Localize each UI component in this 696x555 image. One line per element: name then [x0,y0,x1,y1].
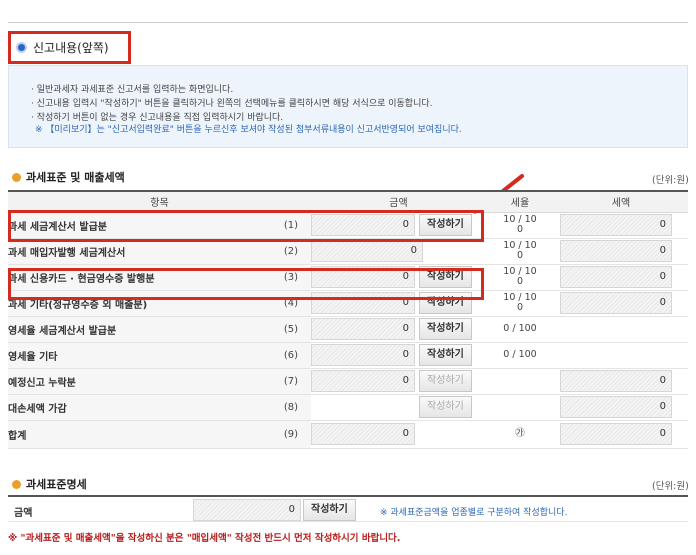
tax-field[interactable]: 0 [560,396,672,418]
std-write-button[interactable]: 작성하기 [303,499,356,521]
amount-field[interactable]: 0 [311,318,415,340]
amount-cell: 0 작성하기 [311,316,486,343]
row-number: (9) [271,420,311,449]
row-number: (5) [271,316,311,343]
tax-field[interactable]: 0 [560,370,672,392]
tax-field[interactable]: 0 [560,266,672,288]
rate-value: 10 / 10 0 [503,240,537,261]
info-line: · 신고내용 입력시 "작성하기" 버튼을 클릭하거나 왼쪽의 선택메뉴를 클릭… [31,99,433,109]
row-number: (8) [271,394,311,421]
row-number: (6) [271,342,311,369]
tax-field[interactable]: 0 [560,292,672,314]
std-row: 금액 0 작성하기 ※ 과세표준금액을 업종별로 구분하여 작성합니다. [8,495,688,522]
highlight-box-row1 [8,210,484,242]
rate-cell: 10 / 10 0 [486,290,554,317]
info-line-note: ※ 【미리보기】는 "신고서입력완료" 버튼을 누르신후 보셔야 작성된 첨부서… [35,125,462,135]
amount-field[interactable]: 0 [311,344,415,366]
std-amount-label: 금액 [14,508,33,519]
unit-label: (단위:원) [652,481,689,492]
amount-cell: 작성하기 [311,394,486,421]
bullet-icon [12,479,21,489]
amount-field[interactable]: 0 [311,423,415,445]
rate-value: 0 / 100 [503,349,537,360]
amount-cell: 0 작성하기 [311,342,486,369]
rate-cell: 0 / 100 [486,316,554,343]
rate-value: 10 / 10 0 [503,266,537,287]
write-button[interactable]: 작성하기 [419,344,472,366]
info-box: · 일반과세자 과세표준 신고서를 입력하는 화면입니다. · 신고내용 입력시… [8,65,688,148]
tax-cell: 0 [554,394,688,421]
rate-cell: 0 / 100 [486,342,554,369]
amount-field[interactable]: 0 [311,240,423,262]
std-note: ※ 과세표준금액을 업종별로 구분하여 작성합니다. [380,508,568,518]
header-rate: 세율 [486,190,554,213]
table-header-row: 항목 금액 세율 세액 [8,190,688,213]
amount-cell: 0 [311,420,486,449]
row-label: 대손세액 가감 [8,394,271,421]
bullet-icon [12,172,21,182]
header-amount: 금액 [311,190,486,213]
tax-section-title-text: 과세표준 및 매출세액 [26,171,125,184]
header-item: 항목 [8,190,311,213]
row-label: 영세율 세금계산서 발급분 [8,316,271,343]
rate-value: 10 / 10 0 [503,214,537,235]
highlight-box-header [8,31,131,64]
tax-cell: 0 [554,368,688,395]
rate-value: 0 / 100 [503,323,537,334]
row-label: 영세율 기타 [8,342,271,369]
table-row: 영세율 세금계산서 발급분 (5) 0 작성하기 0 / 100 [8,316,688,343]
tax-cell: 0 [554,264,688,291]
tax-cell: 0 [554,420,688,449]
rate-cell: 10 / 10 0 [486,238,554,265]
rate-cell: 10 / 10 0 [486,264,554,291]
top-divider [8,22,688,23]
tax-cell: 0 [554,212,688,239]
write-button[interactable]: 작성하기 [419,318,472,340]
rate-symbol: ㉮ [515,428,525,439]
header-tax: 세액 [554,190,688,213]
unit-label: (단위:원) [652,175,689,186]
std-section-title-text: 과세표준명세 [26,478,87,491]
write-button[interactable]: 작성하기 [419,396,472,418]
rate-cell: 10 / 10 0 [486,212,554,239]
tax-cell [554,342,688,369]
rate-cell [486,368,554,395]
row-label: 합계 [8,420,271,449]
tax-field[interactable]: 0 [560,423,672,445]
tax-cell: 0 [554,238,688,265]
write-button[interactable]: 작성하기 [419,370,472,392]
rate-cell: ㉮ [486,420,554,449]
row-number: (7) [271,368,311,395]
table-total-row: 합계 (9) 0 ㉮ 0 [8,420,688,449]
row-label: 예정신고 누락분 [8,368,271,395]
amount-cell: 0 작성하기 [311,368,486,395]
table-row: 영세율 기타 (6) 0 작성하기 0 / 100 [8,342,688,369]
warning-text: ※ "과세표준 및 매출세액"을 작성하신 분은 "매입세액" 작성전 반드시 … [8,533,401,544]
tax-field[interactable]: 0 [560,214,672,236]
amount-field[interactable]: 0 [311,370,415,392]
std-amount-field[interactable]: 0 [193,499,301,521]
tax-field[interactable]: 0 [560,240,672,262]
tax-cell [554,316,688,343]
table-row: 예정신고 누락분 (7) 0 작성하기 0 [8,368,688,395]
table-row: 대손세액 가감 (8) 작성하기 0 [8,394,688,421]
info-line: · 일반과세자 과세표준 신고서를 입력하는 화면입니다. [31,85,234,95]
rate-value: 10 / 10 0 [503,292,537,313]
highlight-box-row3 [8,268,484,300]
std-section-title: 과세표준명세 [12,476,87,492]
rate-cell [486,394,554,421]
tax-section-title: 과세표준 및 매출세액 [12,169,125,185]
tax-cell: 0 [554,290,688,317]
